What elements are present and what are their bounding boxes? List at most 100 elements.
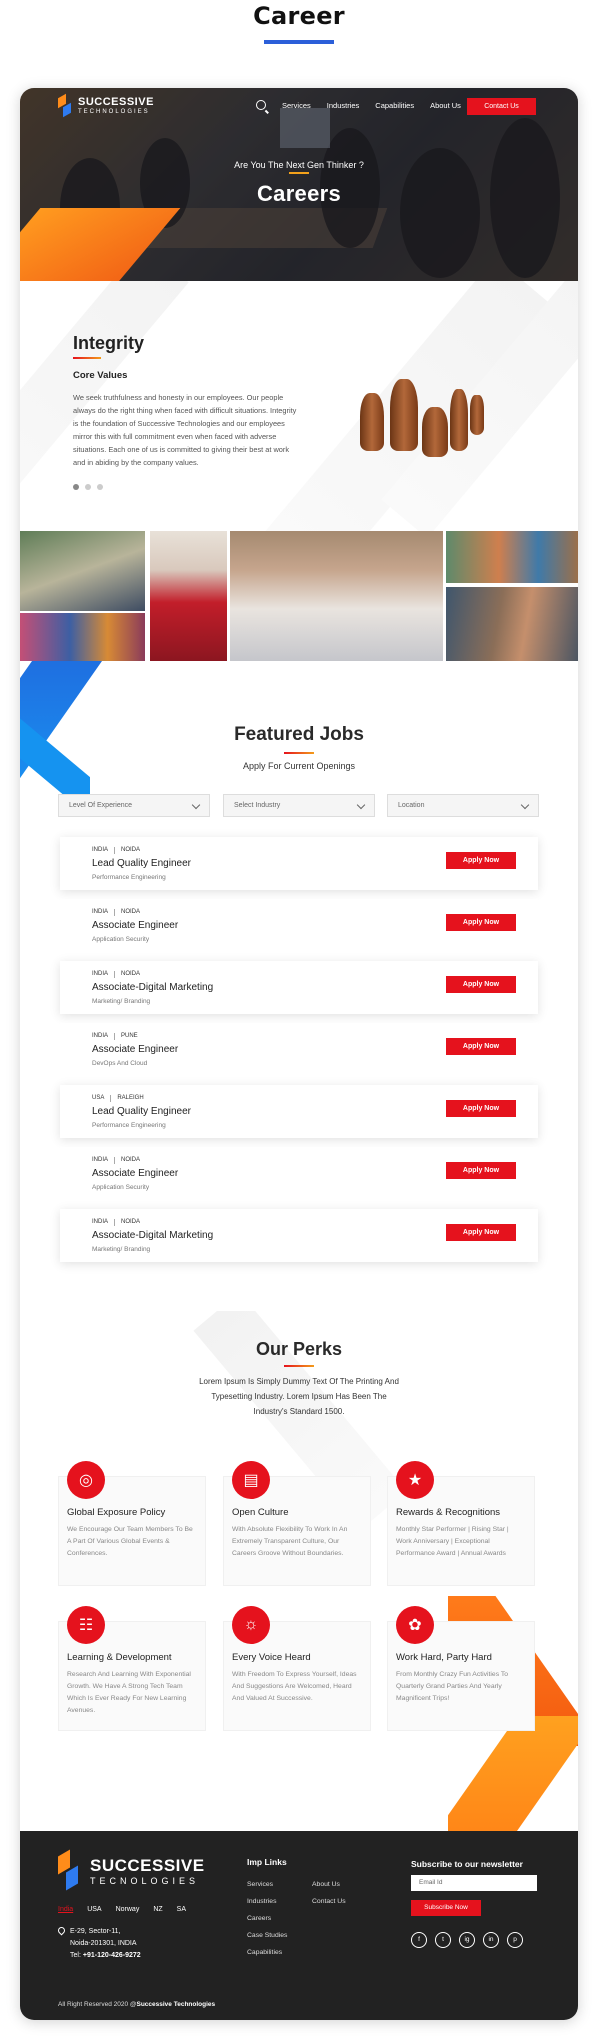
- hero-dash: [289, 172, 309, 174]
- logo-mark-icon: [58, 1849, 80, 1891]
- site-mockup: SUCCESSIVE TECHNOLOGIES Services Industr…: [20, 88, 578, 2020]
- pinterest-icon[interactable]: p: [507, 1932, 523, 1948]
- job-card[interactable]: USA RALEIGH Lead Quality Engineer Perform…: [60, 1085, 538, 1138]
- job-department: Performance Engineering: [92, 1122, 166, 1129]
- core-values-section: Integrity Core Values We seek truthfulne…: [20, 281, 578, 531]
- job-title: Associate Engineer: [92, 1044, 179, 1055]
- email-input[interactable]: Email Id: [411, 1875, 537, 1891]
- footer-link-about-us[interactable]: About Us: [312, 1881, 340, 1888]
- job-location: INDIA NOIDA: [92, 909, 141, 916]
- footer-link-careers[interactable]: Careers: [247, 1915, 271, 1922]
- chevron-down-icon: [356, 800, 366, 810]
- twitter-icon[interactable]: t: [435, 1932, 451, 1948]
- carousel-dot-2[interactable]: [85, 484, 91, 490]
- brand-logo[interactable]: SUCCESSIVE TECHNOLOGIES: [58, 93, 154, 118]
- gallery-photo-6: [446, 587, 578, 661]
- footer-link-contact-us[interactable]: Contact Us: [312, 1898, 346, 1905]
- perk-text: Monthly Star Performer | Rising Star | W…: [396, 1526, 509, 1557]
- apply-now-button[interactable]: Apply Now: [446, 1224, 516, 1241]
- value-underline: [73, 357, 101, 359]
- linkedin-icon[interactable]: in: [483, 1932, 499, 1948]
- apply-now-button[interactable]: Apply Now: [446, 976, 516, 993]
- nav-services[interactable]: Services: [282, 101, 311, 110]
- industry-filter[interactable]: Select Industry: [223, 794, 375, 817]
- country-tab-india[interactable]: India: [58, 1906, 73, 1913]
- title-underline: [264, 40, 334, 44]
- search-icon[interactable]: [256, 100, 266, 110]
- nav-industries[interactable]: Industries: [327, 101, 360, 110]
- country-tab-norway[interactable]: Norway: [116, 1906, 140, 1913]
- subscribe-button[interactable]: Subscribe Now: [411, 1900, 481, 1916]
- phone-number[interactable]: +91-120-426-9272: [83, 1952, 141, 1959]
- gallery-photo-5: [446, 531, 578, 583]
- job-title: Associate-Digital Marketing: [92, 982, 214, 993]
- address-line-1: E-29, Sector-11,: [70, 1928, 121, 1935]
- job-card[interactable]: INDIA NOIDA Associate Engineer Applicatio…: [60, 899, 538, 952]
- hero-subtitle: Are You The Next Gen Thinker ?: [234, 160, 364, 170]
- job-card[interactable]: INDIA NOIDA Associate-Digital Marketing M…: [60, 961, 538, 1014]
- nav-capabilities[interactable]: Capabilities: [375, 101, 414, 110]
- perks-underline: [284, 1365, 314, 1367]
- perks-intro: Lorem Ipsum Is Simply Dummy Text Of The …: [199, 1377, 399, 1416]
- carousel-dot-3[interactable]: [97, 484, 103, 490]
- bulb-icon: ☼: [232, 1606, 270, 1644]
- country-tabs: India USA Norway NZ SA: [58, 1906, 200, 1913]
- perk-card: ☼ Every Voice Heard With Freedom To Expr…: [223, 1606, 371, 1731]
- apply-now-button[interactable]: Apply Now: [446, 852, 516, 869]
- page-header: Career: [0, 0, 598, 60]
- job-card[interactable]: INDIA NOIDA Lead Quality Engineer Perform…: [60, 837, 538, 890]
- apply-now-button[interactable]: Apply Now: [446, 914, 516, 931]
- country-tab-usa[interactable]: USA: [87, 1906, 101, 1913]
- gallery-photo-4: [230, 531, 443, 661]
- job-card[interactable]: INDIA PUNE Associate Engineer DevOps And …: [60, 1023, 538, 1076]
- country-tab-nz[interactable]: NZ: [153, 1906, 162, 1913]
- perk-title: Open Culture: [232, 1507, 289, 1518]
- apply-now-button[interactable]: Apply Now: [446, 1100, 516, 1117]
- photo-gallery: [20, 531, 578, 661]
- perk-card: ▤ Open Culture With Absolute Flexibility…: [223, 1461, 371, 1586]
- perk-text: From Monthly Crazy Fun Activities To Qua…: [396, 1671, 509, 1702]
- footer-link-industries[interactable]: Industries: [247, 1898, 276, 1905]
- location-filter-label: Location: [398, 802, 425, 809]
- job-department: DevOps And Cloud: [92, 1060, 148, 1067]
- perks-title: Our Perks: [255, 1339, 343, 1359]
- carousel-dot-1[interactable]: [73, 484, 79, 490]
- perk-text: With Absolute Flexibility To Work In An …: [232, 1526, 348, 1557]
- site-footer: SUCCESSIVE TECNOLOGIES India USA Norway …: [20, 1831, 578, 2020]
- footer-link-case-studies[interactable]: Case Studies: [247, 1932, 287, 1939]
- footer-brand-tagline: TECNOLOGIES: [90, 1876, 200, 1886]
- instagram-icon[interactable]: ig: [459, 1932, 475, 1948]
- job-card[interactable]: INDIA NOIDA Associate Engineer Applicatio…: [60, 1147, 538, 1200]
- social-links: f t ig in p: [411, 1932, 531, 1948]
- chevron-down-icon: [520, 800, 530, 810]
- apply-now-button[interactable]: Apply Now: [446, 1038, 516, 1055]
- footer-logo[interactable]: SUCCESSIVE TECNOLOGIES: [58, 1849, 205, 1891]
- location-filter[interactable]: Location: [387, 794, 539, 817]
- party-icon: ✿: [396, 1606, 434, 1644]
- facebook-icon[interactable]: f: [411, 1932, 427, 1948]
- contact-us-button[interactable]: Contact Us: [467, 98, 536, 115]
- address-line-2: Noida-201301, INDIA: [70, 1940, 137, 1947]
- trophy-icon: ★: [396, 1461, 434, 1499]
- footer-link-services[interactable]: Services: [247, 1881, 273, 1888]
- job-location: INDIA NOIDA: [92, 1157, 141, 1164]
- perk-card: ◎ Global Exposure Policy We Encourage Ou…: [58, 1461, 206, 1586]
- apply-now-button[interactable]: Apply Now: [446, 1162, 516, 1179]
- footer-brand-name: SUCCESSIVE: [90, 1856, 205, 1875]
- nav-about-us[interactable]: About Us: [430, 101, 461, 110]
- perk-card: ☷ Learning & Development Research And Le…: [58, 1606, 206, 1731]
- newsletter-title: Subscribe to our newsletter: [411, 1859, 523, 1869]
- job-location: INDIA NOIDA: [92, 847, 141, 854]
- value-title: Integrity: [73, 333, 145, 353]
- perk-text: We Encourage Our Team Members To Be A Pa…: [67, 1526, 193, 1557]
- job-title: Associate Engineer: [92, 920, 179, 931]
- featured-jobs-section: Featured Jobs Apply For Current Openings…: [20, 661, 578, 1311]
- industry-filter-label: Select Industry: [234, 802, 281, 809]
- gallery-photo-2: [20, 613, 145, 661]
- experience-filter[interactable]: Level Of Experience: [58, 794, 210, 817]
- job-card[interactable]: INDIA NOIDA Associate-Digital Marketing M…: [60, 1209, 538, 1262]
- footer-link-capabilities[interactable]: Capabilities: [247, 1949, 282, 1956]
- job-department: Application Security: [92, 936, 150, 943]
- jobs-subtitle: Apply For Current Openings: [242, 761, 356, 771]
- country-tab-sa[interactable]: SA: [177, 1906, 186, 1913]
